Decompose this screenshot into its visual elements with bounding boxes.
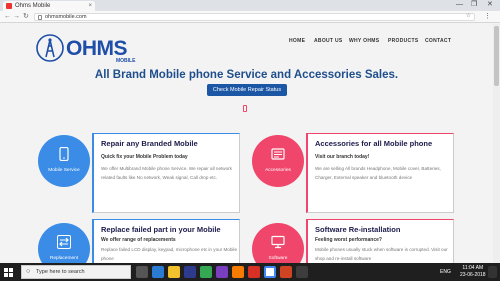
language-indicator[interactable]: ENG bbox=[440, 269, 451, 276]
card-subtitle: We offer range of replacements bbox=[101, 237, 176, 243]
replacement-circle[interactable]: Replacement bbox=[38, 223, 90, 263]
software-circle[interactable]: Software bbox=[252, 223, 304, 263]
file-explorer-icon[interactable] bbox=[168, 266, 180, 278]
app-icon[interactable] bbox=[200, 266, 212, 278]
browser-tab-bar: Ohms Mobile × — ❐ ✕ bbox=[0, 0, 500, 11]
reload-icon[interactable]: ↻ bbox=[23, 12, 29, 22]
clock-time: 11:04 AM bbox=[462, 265, 484, 271]
app-icon-4[interactable] bbox=[296, 266, 308, 278]
service-card-accessories: Accessories for all Mobile phone Visit o… bbox=[306, 133, 454, 213]
card-title: Repair any Branded Mobile bbox=[101, 139, 198, 148]
service-card-software: Software Re-installation Feeling worst p… bbox=[306, 219, 454, 263]
browser-menu-icon[interactable]: ⋮ bbox=[484, 12, 491, 20]
photoshop-icon[interactable] bbox=[184, 266, 196, 278]
card-body: Replace failed LCD display, keypad, micr… bbox=[101, 247, 238, 261]
search-placeholder: Type here to search bbox=[36, 269, 85, 275]
card-body: Mobile phones usually stuck when softwar… bbox=[315, 247, 448, 261]
card-title: Replace failed part in your Mobile bbox=[101, 225, 221, 234]
circle-label: Accessories bbox=[265, 168, 291, 173]
circle-label: Mobile Service bbox=[48, 168, 80, 173]
service-card-repair: Repair any Branded Mobile Quick fix your… bbox=[92, 133, 240, 213]
filezilla-icon[interactable] bbox=[280, 266, 292, 278]
minimize-icon[interactable]: — bbox=[456, 0, 463, 10]
mobile-service-circle[interactable]: Mobile Service bbox=[38, 135, 90, 187]
scrollbar-thumb[interactable] bbox=[494, 26, 499, 86]
taskbar: ○ Type here to search ENG 11:04 AM 23-06… bbox=[0, 263, 500, 281]
logo-tower-icon[interactable] bbox=[36, 34, 64, 62]
app-icon-3[interactable] bbox=[248, 266, 260, 278]
chrome-icon[interactable] bbox=[264, 266, 276, 278]
web-page: OHMS MOBILE HOME ABOUT US WHY OHMS PRODU… bbox=[0, 24, 493, 263]
nav-products[interactable]: PRODUCTS bbox=[388, 38, 418, 44]
nav-contact[interactable]: CONTACT bbox=[425, 38, 451, 44]
logo-subtext: MOBILE bbox=[116, 58, 136, 64]
phone-icon bbox=[59, 147, 69, 161]
address-bar: ← → ↻ ohmsmobile.com ☆ ⋮ bbox=[0, 11, 500, 23]
accessories-icon bbox=[271, 148, 285, 160]
tab-close-icon[interactable]: × bbox=[88, 1, 92, 11]
app-icon-2[interactable] bbox=[216, 266, 228, 278]
url-text: ohmsmobile.com bbox=[45, 14, 87, 20]
monitor-icon bbox=[271, 235, 285, 249]
card-body: We offer Multibrand Mobile phone Service… bbox=[101, 166, 232, 180]
circle-label: Replacement bbox=[49, 256, 79, 261]
mobile-phone-icon bbox=[243, 105, 247, 112]
task-view-icon[interactable] bbox=[136, 266, 148, 278]
hero-headline: All Brand Mobile phone Service and Acces… bbox=[94, 69, 399, 81]
info-icon[interactable] bbox=[38, 15, 42, 20]
card-subtitle: Quick fix your Mobile Problem today bbox=[101, 154, 188, 160]
site-favicon-icon bbox=[6, 3, 12, 9]
card-body: We are selling All brands Headphone, Mob… bbox=[315, 166, 441, 180]
bookmark-star-icon[interactable]: ☆ bbox=[466, 13, 471, 20]
forward-icon[interactable]: → bbox=[13, 12, 20, 22]
maximize-icon[interactable]: ❐ bbox=[471, 0, 477, 10]
edge-icon[interactable] bbox=[152, 266, 164, 278]
service-card-replacement: Replace failed part in your Mobile We of… bbox=[92, 219, 240, 263]
circle-label: Software bbox=[268, 256, 288, 261]
card-subtitle: Feeling worst performance? bbox=[315, 237, 382, 243]
taskbar-search-input[interactable]: ○ Type here to search bbox=[21, 265, 131, 279]
tab-title: Ohms Mobile bbox=[15, 3, 51, 9]
notifications-icon[interactable] bbox=[488, 266, 497, 278]
page-scrollbar[interactable] bbox=[493, 24, 500, 263]
card-title: Accessories for all Mobile phone bbox=[315, 139, 433, 148]
browser-tab[interactable]: Ohms Mobile × bbox=[3, 1, 95, 11]
close-window-icon[interactable]: ✕ bbox=[487, 0, 493, 10]
windows-start-icon[interactable] bbox=[4, 268, 13, 277]
vlc-icon[interactable] bbox=[232, 266, 244, 278]
search-icon: ○ bbox=[26, 268, 31, 275]
back-icon[interactable]: ← bbox=[4, 12, 11, 22]
swap-arrows-icon bbox=[57, 235, 71, 249]
clock[interactable]: 11:04 AM 23-06-2018 bbox=[460, 265, 486, 279]
card-title: Software Re-installation bbox=[315, 225, 401, 234]
nav-home[interactable]: HOME bbox=[289, 38, 305, 44]
check-repair-status-button[interactable]: Check Mobile Repair Status bbox=[207, 84, 287, 96]
accessories-circle[interactable]: Accessories bbox=[252, 135, 304, 187]
nav-why-ohms[interactable]: WHY OHMS bbox=[349, 38, 379, 44]
url-input[interactable]: ohmsmobile.com ☆ bbox=[34, 13, 475, 21]
card-subtitle: Visit our branch today! bbox=[315, 154, 370, 160]
clock-date: 23-06-2018 bbox=[460, 272, 486, 278]
nav-about-us[interactable]: ABOUT US bbox=[314, 38, 343, 44]
